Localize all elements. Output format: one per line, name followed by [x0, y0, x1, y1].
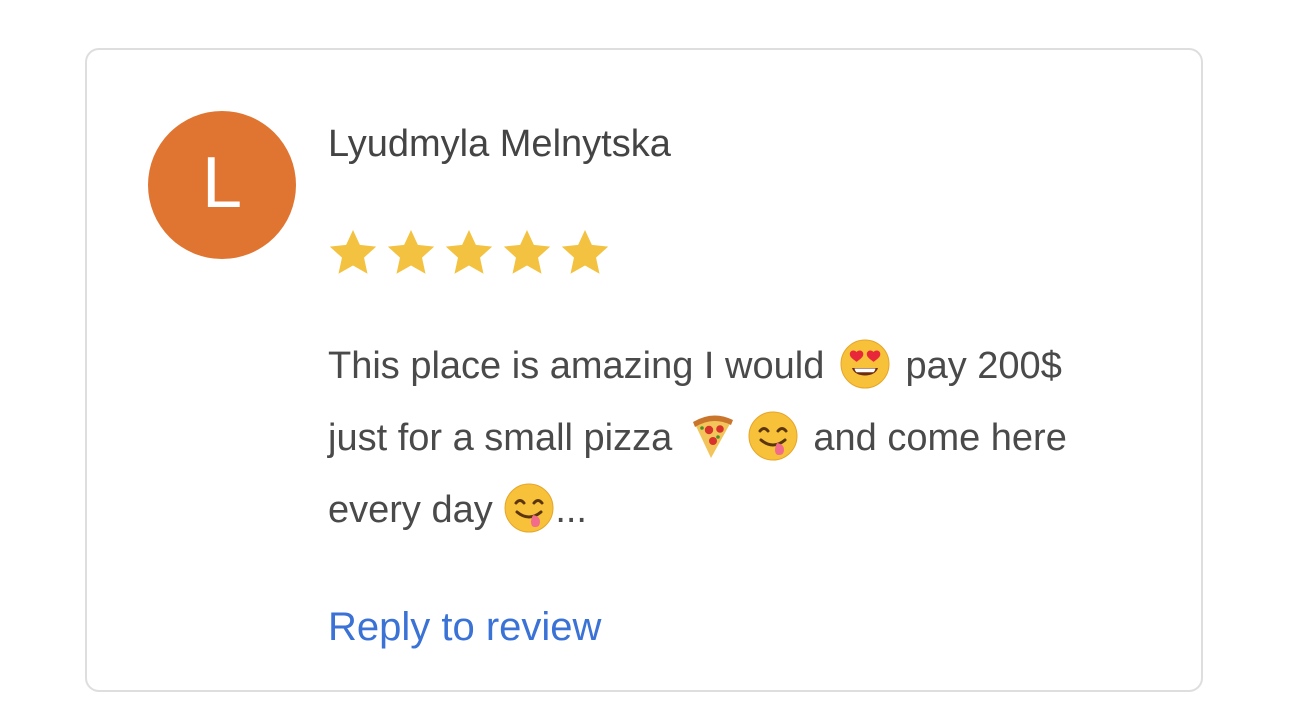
review-text: This place is amazing I would pay 200$ j… — [328, 330, 1158, 546]
review-line: every day ... — [328, 474, 1158, 546]
review-text-segment: This place is amazing I would — [328, 345, 835, 387]
heart-eyes-emoji-icon — [839, 338, 891, 390]
pizza-emoji-icon — [687, 410, 739, 462]
yum-emoji-icon — [503, 482, 555, 534]
review-text-segment: every day — [328, 489, 504, 531]
star-icon — [387, 230, 435, 274]
avatar: L — [148, 111, 296, 259]
star-icon — [445, 230, 493, 274]
star-icon — [561, 230, 609, 274]
review-text-segment: and come here — [802, 417, 1067, 459]
star-icon — [503, 230, 551, 274]
reply-to-review-link[interactable]: Reply to review — [328, 603, 601, 651]
review-text-segment: ... — [555, 489, 587, 531]
review-line: just for a small pizza and come here — [328, 402, 1158, 474]
star-icon — [329, 230, 377, 274]
reviewer-name: Lyudmyla Melnytska — [328, 123, 671, 165]
avatar-letter: L — [201, 143, 243, 223]
review-text-segment: pay 200$ — [894, 345, 1062, 387]
review-line: This place is amazing I would pay 200$ — [328, 330, 1158, 402]
review-text-segment: just for a small pizza — [328, 417, 683, 459]
star-rating — [326, 226, 612, 280]
yum-emoji-icon — [747, 410, 799, 462]
